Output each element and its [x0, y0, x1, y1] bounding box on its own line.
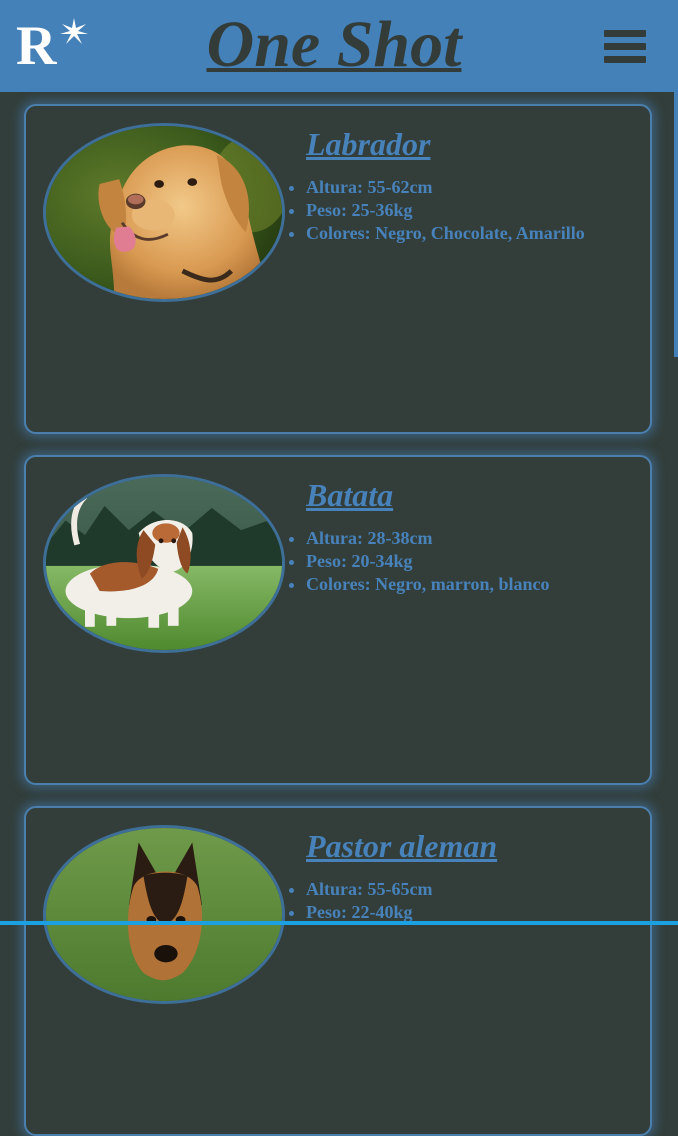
site-title[interactable]: One Shot — [150, 6, 518, 84]
breed-title[interactable]: Pastor aleman — [306, 828, 497, 864]
german-shepherd-photo — [43, 825, 285, 1004]
site-header: R One Shot — [0, 0, 678, 92]
breed-title[interactable]: Batata — [306, 477, 393, 513]
spec-height: Altura: 55-65cm — [306, 878, 432, 901]
scrollbar[interactable] — [674, 92, 678, 357]
breed-card-batata[interactable]: Batata Altura: 28-38cm Peso: 20-34kg Col… — [24, 455, 652, 785]
breed-specs: Altura: 55-62cm Peso: 25-36kg Colores: N… — [286, 176, 585, 245]
basset-hound-photo — [43, 474, 285, 653]
logo-letter: R — [16, 15, 57, 77]
spec-height: Altura: 55-62cm — [306, 176, 585, 199]
spec-colors: Colores: Negro, Chocolate, Amarillo — [306, 222, 585, 245]
breed-specs: Altura: 28-38cm Peso: 20-34kg Colores: N… — [286, 527, 549, 596]
labrador-photo — [43, 123, 285, 302]
breed-card-pastor-aleman[interactable]: Pastor aleman Altura: 55-65cm Peso: 22-4… — [24, 806, 652, 1136]
site-logo[interactable]: R — [16, 18, 56, 74]
star-icon — [60, 18, 88, 44]
spec-height: Altura: 28-38cm — [306, 527, 549, 550]
bottom-edge-bar — [0, 921, 678, 925]
spec-weight: Peso: 20-34kg — [306, 550, 549, 573]
breed-title[interactable]: Labrador — [306, 126, 430, 162]
breed-specs: Altura: 55-65cm Peso: 22-40kg — [286, 878, 432, 924]
hamburger-menu-icon[interactable] — [604, 30, 646, 64]
breed-card-labrador[interactable]: Labrador Altura: 55-62cm Peso: 25-36kg C… — [24, 104, 652, 434]
spec-weight: Peso: 25-36kg — [306, 199, 585, 222]
spec-colors: Colores: Negro, marron, blanco — [306, 573, 549, 596]
